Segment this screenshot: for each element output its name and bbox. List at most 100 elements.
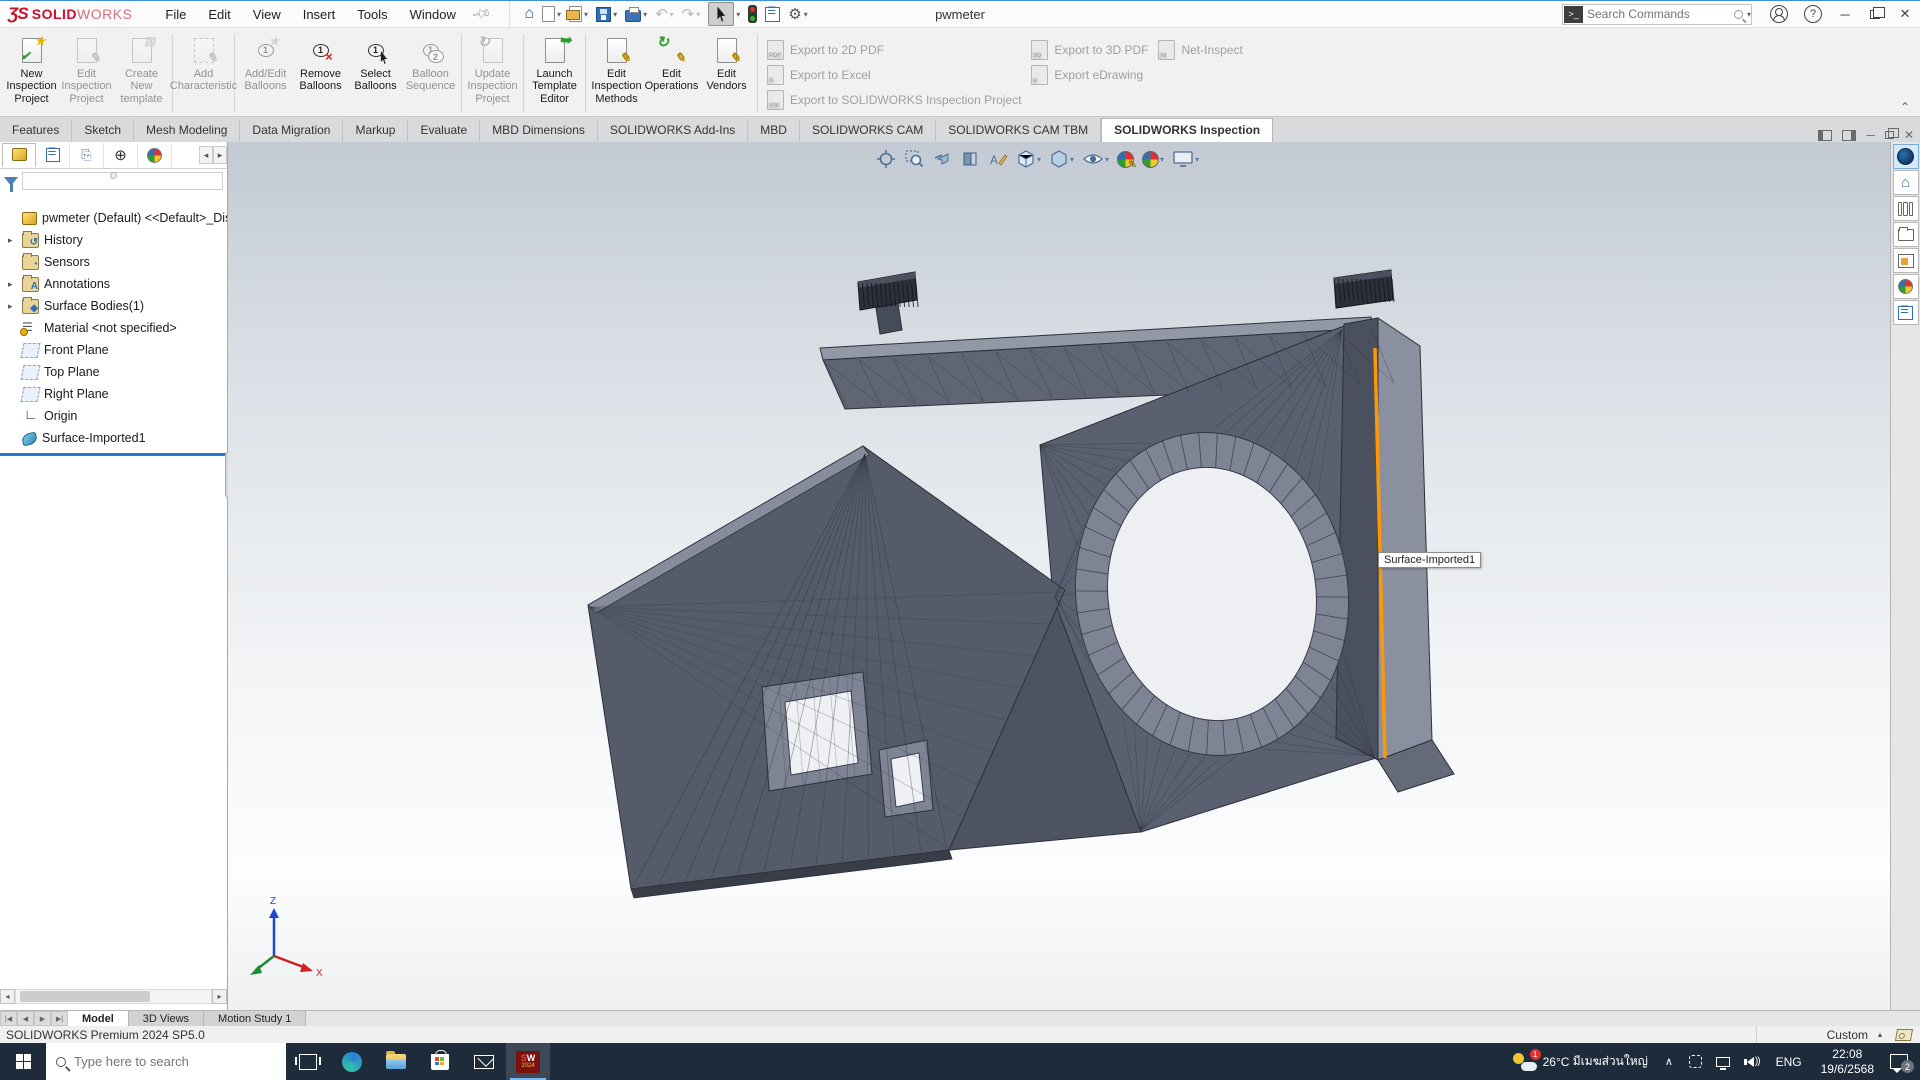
tag-icon[interactable]: [1895, 1029, 1913, 1041]
tab-mbd[interactable]: MBD: [748, 119, 800, 142]
select-tool-button[interactable]: ▾: [705, 2, 743, 26]
tab-sketch[interactable]: Sketch: [72, 119, 134, 142]
home-button[interactable]: ⌂: [521, 2, 537, 26]
apply-scene-button[interactable]: ▾: [1139, 149, 1167, 170]
filter-funnel-icon[interactable]: [4, 177, 18, 186]
open-button[interactable]: ▾: [566, 2, 591, 26]
restore-button[interactable]: [1860, 1, 1890, 27]
displaymanager-tab[interactable]: [138, 143, 172, 168]
export-3d-pdf-button[interactable]: Export to 3D PDF: [1031, 37, 1148, 62]
display-style-button[interactable]: ▾: [1046, 147, 1077, 171]
pin-menu-icon[interactable]: 📌︎: [470, 3, 493, 26]
expander-icon[interactable]: ▸: [8, 301, 22, 312]
view-settings-button[interactable]: ▾: [1169, 147, 1202, 171]
scroll-right-icon[interactable]: ▸: [212, 989, 227, 1004]
previous-view-button[interactable]: [929, 147, 955, 171]
update-inspection-project-button[interactable]: ↻ Update Inspection Project: [465, 32, 520, 105]
hidden-icons-chevron[interactable]: ∧: [1665, 1055, 1673, 1068]
menu-tools[interactable]: Tools: [346, 3, 398, 26]
weather-widget[interactable]: 1 26°C มีเมฆส่วนใหญ่: [1513, 1052, 1648, 1071]
taskbar-search[interactable]: [46, 1043, 286, 1080]
menu-edit[interactable]: Edit: [197, 3, 241, 26]
motion-study-tab[interactable]: Motion Study 1: [204, 1011, 306, 1026]
file-properties-button[interactable]: [762, 2, 783, 26]
mail-app-button[interactable]: [462, 1043, 506, 1080]
tree-item-sensors[interactable]: ◔ Sensors: [0, 251, 227, 273]
tab-markup[interactable]: Markup: [343, 119, 408, 142]
tab-features[interactable]: Features: [0, 119, 72, 142]
tab-solidworks-cam[interactable]: SOLIDWORKS CAM: [800, 119, 936, 142]
home-pane-button[interactable]: ⌂: [1893, 170, 1919, 195]
save-button[interactable]: ▾: [593, 2, 620, 26]
tree-item-surface-bodies[interactable]: ▸ ◆ Surface Bodies(1): [0, 295, 227, 317]
account-button[interactable]: [1770, 5, 1788, 23]
scroll-left-icon[interactable]: ◂: [0, 989, 15, 1004]
tab-solidworks-cam-tbm[interactable]: SOLIDWORKS CAM TBM: [936, 119, 1101, 142]
first-tab-icon[interactable]: |◀: [0, 1011, 17, 1026]
doc-restore-button[interactable]: [1885, 131, 1894, 139]
edit-vendors-button[interactable]: ✎ Edit Vendors: [699, 32, 754, 93]
expander-icon[interactable]: ▸: [8, 235, 22, 246]
edge-app-button[interactable]: [330, 1043, 374, 1080]
pane-left-icon[interactable]: [1818, 130, 1832, 141]
help-button[interactable]: ?: [1804, 5, 1822, 23]
options-button[interactable]: ⚙▾: [785, 2, 810, 26]
create-new-template-button[interactable]: ▤ Create New template: [114, 32, 169, 105]
tree-item-front-plane[interactable]: Front Plane: [0, 339, 227, 361]
net-inspect-button[interactable]: Net-Inspect: [1158, 37, 1242, 62]
command-search[interactable]: >_ ▾: [1562, 4, 1752, 25]
volume-tray-icon[interactable]: )): [1744, 1056, 1760, 1067]
tab-solidworks-add-ins[interactable]: SOLIDWORKS Add-Ins: [598, 119, 748, 142]
tab-solidworks-inspection[interactable]: SOLIDWORKS Inspection: [1101, 118, 1273, 142]
3dexperience-pane-button[interactable]: [1893, 144, 1919, 169]
redo-button[interactable]: ↷▾: [679, 2, 704, 26]
rebuild-button[interactable]: [745, 2, 760, 26]
configurationmanager-tab[interactable]: ⎘: [70, 143, 104, 168]
print-button[interactable]: ▾: [622, 2, 650, 26]
doc-close-button[interactable]: ✕: [1904, 128, 1914, 142]
search-dropdown-caret[interactable]: ▾: [1747, 10, 1751, 19]
next-tab-icon[interactable]: ▶: [34, 1011, 51, 1026]
expander-icon[interactable]: ▸: [8, 279, 22, 290]
section-view-button[interactable]: [957, 147, 983, 171]
export-sw-inspection-button[interactable]: Export to SOLIDWORKS Inspection Project: [767, 87, 1021, 112]
undo-button[interactable]: ↶▾: [652, 2, 677, 26]
units-label[interactable]: Custom: [1827, 1028, 1868, 1042]
tree-item-material[interactable]: Material <not specified>: [0, 317, 227, 339]
zoom-to-area-button[interactable]: [901, 147, 927, 171]
tab-mesh-modeling[interactable]: Mesh Modeling: [134, 119, 240, 142]
select-balloons-button[interactable]: 1 Select Balloons: [348, 32, 403, 93]
minimize-button[interactable]: ─: [1830, 1, 1860, 27]
design-library-button[interactable]: [1893, 196, 1919, 221]
zoom-to-fit-button[interactable]: [873, 147, 899, 171]
menu-file[interactable]: File: [154, 3, 197, 26]
launch-template-editor-button[interactable]: ➥ Launch Template Editor: [527, 32, 582, 105]
scrollbar-thumb[interactable]: [20, 991, 150, 1002]
add-edit-balloons-button[interactable]: 1★ Add/Edit Balloons: [238, 32, 293, 93]
network-tray-icon[interactable]: [1716, 1057, 1730, 1067]
action-center-icon[interactable]: 2: [1890, 1054, 1908, 1069]
taskbar-search-input[interactable]: [74, 1054, 286, 1069]
last-tab-icon[interactable]: ▶|: [51, 1011, 68, 1026]
prev-tab-icon[interactable]: ◀: [17, 1011, 34, 1026]
panel-tab-scroll-right[interactable]: ▸: [213, 146, 227, 164]
tree-filter-input[interactable]: [22, 172, 223, 190]
solidworks-app-button[interactable]: SW2024: [506, 1043, 550, 1080]
tab-mbd-dimensions[interactable]: MBD Dimensions: [480, 119, 598, 142]
pane-right-icon[interactable]: [1842, 130, 1856, 141]
tab-evaluate[interactable]: Evaluate: [408, 119, 480, 142]
close-button[interactable]: ✕: [1890, 1, 1920, 27]
pwmeter-3d-model[interactable]: [228, 142, 1890, 1010]
menu-window[interactable]: Window: [399, 3, 467, 26]
tree-item-surface-imported1[interactable]: Surface-Imported1: [0, 427, 227, 449]
export-edrawing-button[interactable]: Export eDrawing: [1031, 62, 1148, 87]
task-view-button[interactable]: [286, 1043, 330, 1080]
panel-tab-scroll-left[interactable]: ◂: [199, 146, 213, 164]
start-button[interactable]: [0, 1043, 46, 1080]
new-document-button[interactable]: ▾: [539, 2, 564, 26]
view-orientation-button[interactable]: ▾: [1013, 147, 1044, 171]
tree-item-right-plane[interactable]: Right Plane: [0, 383, 227, 405]
tree-item-history[interactable]: ▸ ↺ History: [0, 229, 227, 251]
language-indicator[interactable]: ENG: [1776, 1055, 1802, 1069]
tree-root[interactable]: pwmeter (Default) <<Default>_Display: [0, 207, 227, 229]
